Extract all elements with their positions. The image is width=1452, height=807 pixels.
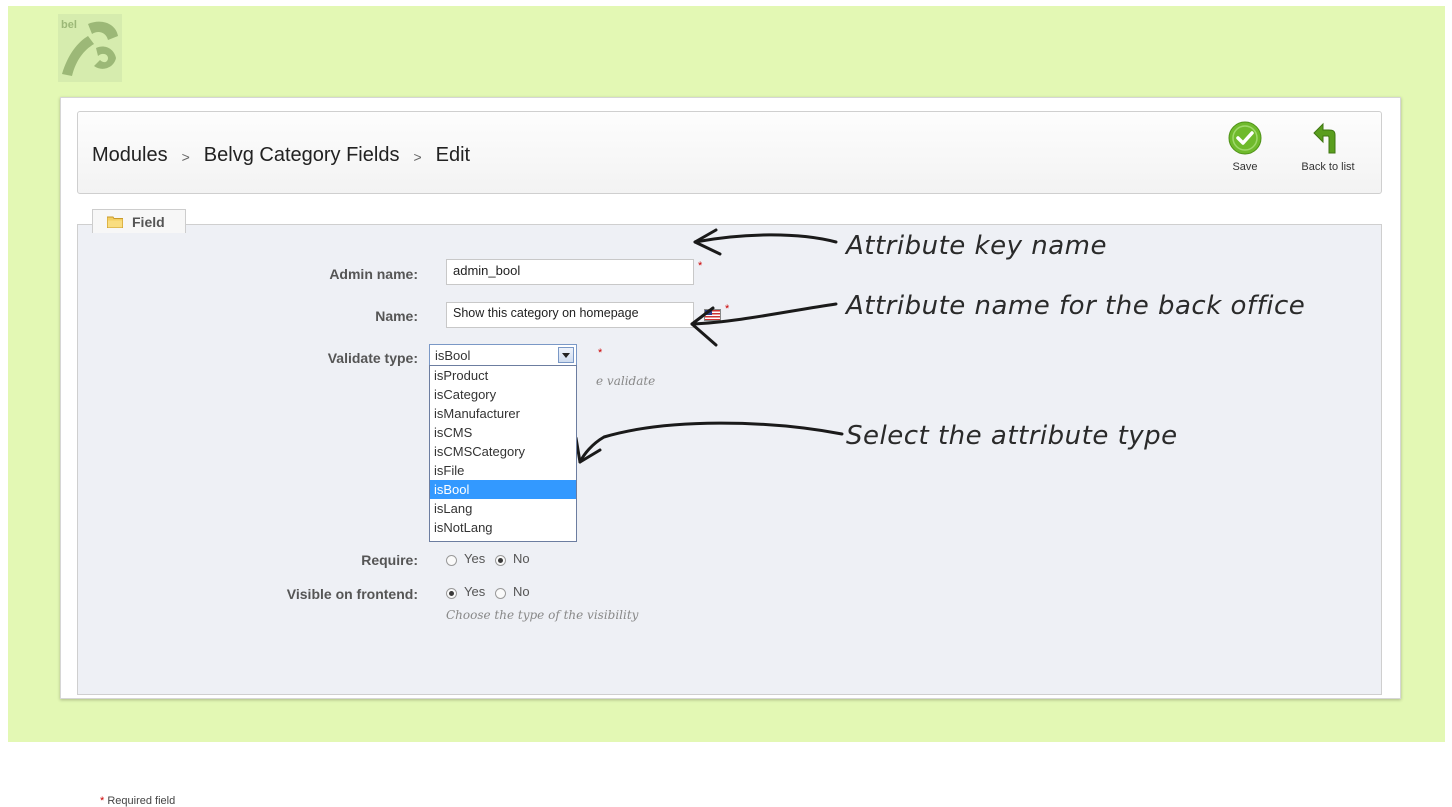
annotation-arrows bbox=[574, 228, 844, 464]
select-option[interactable]: isBool bbox=[430, 480, 576, 499]
arrow-to-admin-name bbox=[693, 233, 838, 244]
fieldset-legend-text: Field bbox=[132, 213, 165, 230]
folder-icon bbox=[107, 216, 123, 228]
select-option[interactable]: isManufacturer bbox=[430, 404, 576, 423]
select-option[interactable]: isLang bbox=[430, 499, 576, 518]
required-field-note: * Required field bbox=[100, 795, 175, 807]
fieldset-legend: Field bbox=[92, 209, 186, 233]
select-option[interactable]: isNotLang bbox=[430, 518, 576, 537]
select-option[interactable]: isCategory bbox=[430, 385, 576, 404]
validate-type-options: isProduct isCategory isManufacturer isCM… bbox=[429, 365, 577, 542]
select-option[interactable]: isCMS bbox=[430, 423, 576, 442]
select-option[interactable]: isFile bbox=[430, 461, 576, 480]
arrow-to-select bbox=[578, 421, 844, 464]
required-field-text: Required field bbox=[107, 795, 176, 807]
select-option[interactable]: isProduct bbox=[430, 366, 576, 385]
select-option[interactable]: isCMSCategory bbox=[430, 442, 576, 461]
page-background: bel Modules > Belvg Category Fields > Ed… bbox=[8, 6, 1445, 807]
required-mark: * bbox=[100, 795, 105, 807]
arrow-head bbox=[690, 306, 718, 347]
